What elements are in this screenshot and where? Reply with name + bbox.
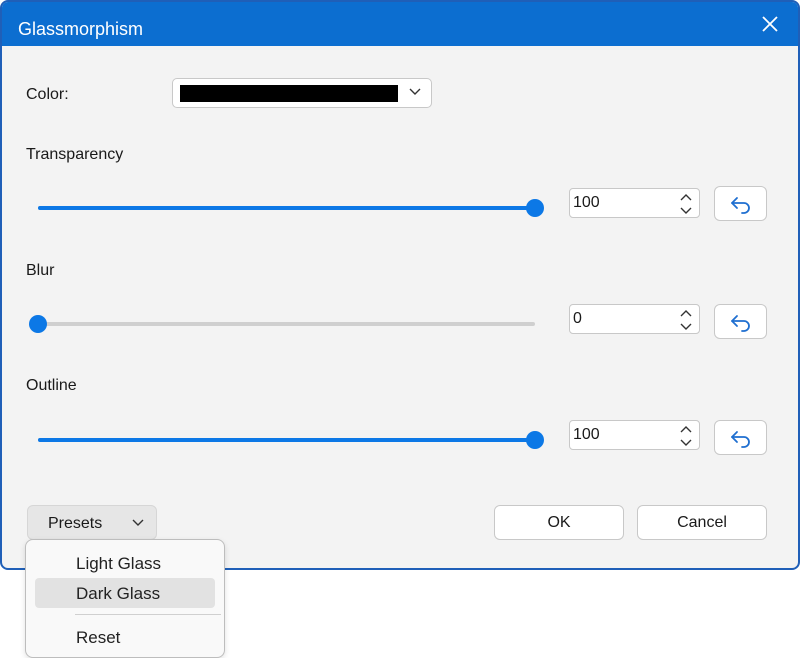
menu-item-label: Reset [76,628,121,647]
blur-reset-button[interactable] [714,304,767,339]
transparency-value[interactable]: 100 [573,194,600,212]
slider-thumb[interactable] [29,315,47,333]
presets-button[interactable]: Presets [27,505,157,540]
title-bar: Glassmorphism [2,2,798,46]
menu-item-label: Light Glass [76,554,162,573]
outline-slider[interactable] [38,430,544,450]
spin-up-icon[interactable] [679,424,693,434]
dialog-title: Glassmorphism [18,19,144,39]
undo-icon [730,430,750,448]
presets-menu: Light Glass Dark Glass Reset [25,539,225,658]
spin-down-icon[interactable] [679,322,693,332]
menu-item-light-glass[interactable]: Light Glass [35,548,215,578]
outline-label: Outline [26,377,77,394]
undo-icon [730,196,750,214]
slider-track [38,322,535,326]
menu-item-reset[interactable]: Reset [35,622,215,652]
slider-thumb[interactable] [526,431,544,449]
blur-slider[interactable] [29,314,535,334]
slider-fill [38,206,535,210]
spin-up-icon[interactable] [679,308,693,318]
transparency-spinbox[interactable]: 100 [569,188,700,218]
close-button[interactable] [756,10,784,38]
spin-up-icon[interactable] [679,192,693,202]
ok-button[interactable]: OK [494,505,624,540]
color-dropdown[interactable] [172,78,432,108]
close-icon [762,16,778,32]
menu-separator [75,614,221,615]
color-label: Color: [26,86,69,103]
glassmorphism-dialog: Glassmorphism Color: Transparency 100 Bl… [0,0,800,570]
undo-icon [730,314,750,332]
outline-spinbox[interactable]: 100 [569,420,700,450]
presets-label: Presets [48,515,103,532]
blur-spinbox[interactable]: 0 [569,304,700,334]
slider-thumb[interactable] [526,199,544,217]
outline-reset-button[interactable] [714,420,767,455]
cancel-button[interactable]: Cancel [637,505,767,540]
menu-item-label: Dark Glass [76,584,161,603]
color-swatch [180,85,398,102]
slider-fill [38,438,535,442]
transparency-reset-button[interactable] [714,186,767,221]
spin-down-icon[interactable] [679,438,693,448]
transparency-slider[interactable] [38,198,544,218]
menu-item-dark-glass[interactable]: Dark Glass [35,578,215,608]
chevron-down-icon [132,519,144,526]
blur-label: Blur [26,262,55,279]
blur-value[interactable]: 0 [573,310,582,328]
transparency-label: Transparency [26,146,124,163]
chevron-down-icon [409,88,421,95]
outline-value[interactable]: 100 [573,426,600,444]
spin-down-icon[interactable] [679,206,693,216]
